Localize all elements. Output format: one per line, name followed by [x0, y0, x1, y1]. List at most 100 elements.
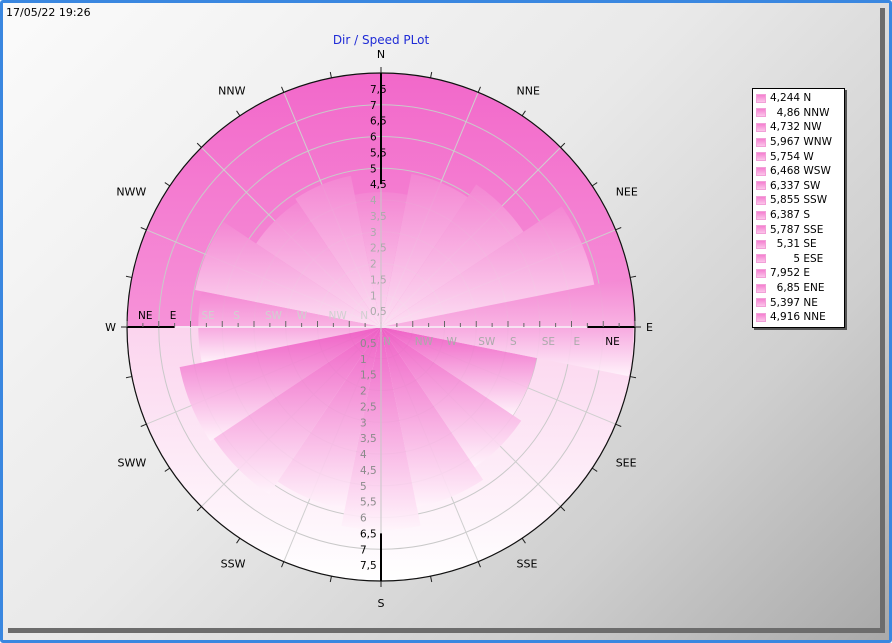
radial-tick-label-lower: 7,5 [360, 560, 377, 572]
legend-label: 5,31 SE [770, 238, 817, 251]
legend-swatch [756, 210, 766, 220]
axis-label-right: SW [478, 336, 496, 348]
outer-tick [196, 506, 202, 512]
radial-tick-label-upper: 2,5 [370, 243, 387, 255]
axis-label-left: W [297, 310, 308, 322]
legend-item: 5,967 WNW [756, 135, 841, 150]
compass-label-ssw: SSW [221, 558, 246, 571]
legend-item: 4,86 NNW [756, 106, 841, 121]
radial-tick-label-upper: 6,5 [370, 116, 387, 128]
compass-label-s: S [378, 597, 385, 610]
radial-tick-label-lower: 6,5 [360, 528, 377, 540]
compass-label-e: E [646, 321, 653, 334]
outer-tick [281, 86, 285, 93]
outer-tick [521, 110, 526, 117]
axis-label-right: NW [415, 336, 434, 348]
legend-label: 5,855 SSW [770, 194, 828, 207]
legend-swatch [756, 254, 766, 264]
legend-item: 5,855 SSW [756, 193, 841, 208]
legend-item: 4,244 N [756, 91, 841, 106]
legend-label: 4,86 NNW [770, 106, 830, 119]
outer-tick [521, 537, 526, 544]
legend-label: 6,387 S [770, 209, 811, 222]
radial-tick-label-upper: 4,5 [370, 179, 387, 191]
legend-swatch [756, 239, 766, 249]
legend-item: 5,754 W [756, 149, 841, 164]
legend-swatch [756, 108, 766, 118]
legend-item: 4,916 NNE [756, 310, 841, 325]
radial-tick-label-upper: 2 [370, 259, 377, 271]
outer-tick [591, 182, 598, 187]
outer-tick [140, 227, 147, 231]
compass-label-w: W [105, 321, 116, 334]
outer-tick [630, 275, 637, 278]
axis-label-right: W [447, 336, 458, 348]
radial-tick-label-lower: 6 [360, 513, 367, 525]
outer-tick [430, 576, 433, 583]
outer-tick [591, 467, 598, 472]
radial-tick-label-lower: 2 [360, 386, 367, 398]
legend-label: 6,337 SW [770, 179, 821, 192]
compass-label-nee: NEE [616, 186, 638, 199]
axis-label-left: SW [265, 310, 283, 322]
radial-tick-label-upper: 3 [370, 227, 377, 239]
legend-label: 5,967 WNW [770, 136, 833, 149]
radial-tick-label-lower: 2,5 [360, 401, 377, 413]
legend-label: 5,787 SSE [770, 223, 824, 236]
radial-tick-label-lower: 4,5 [360, 465, 377, 477]
axis-label-right: E [574, 336, 581, 348]
radial-tick-label-lower: 5 [360, 481, 367, 493]
compass-label-sww: SWW [118, 457, 147, 470]
legend-swatch [756, 166, 766, 176]
radial-tick-label-upper: 5 [370, 163, 377, 175]
legend-item: 5,787 SSE [756, 222, 841, 237]
compass-label-see: SEE [616, 457, 637, 470]
radial-tick-label-upper: 6 [370, 132, 377, 144]
legend-item: 7,952 E [756, 266, 841, 281]
radial-tick-label-upper: 0,5 [370, 306, 387, 318]
axis-label-right: N [383, 336, 391, 348]
outer-tick [125, 275, 132, 278]
legend-label: 7,952 E [770, 267, 811, 280]
compass-label-nnw: NNW [218, 84, 245, 97]
outer-tick [164, 467, 171, 472]
legend-swatch [756, 152, 766, 162]
legend-swatch [756, 137, 766, 147]
legend-swatch [756, 283, 766, 293]
radial-tick-label-lower: 3 [360, 417, 367, 429]
legend-label: 4,244 N [770, 92, 812, 105]
axis-label-right: S [510, 336, 517, 348]
axis-label-left: E [170, 310, 177, 322]
legend-label: 5 ESE [770, 252, 824, 265]
legend-label: 6,468 WSW [770, 165, 831, 178]
outer-tick [615, 423, 622, 427]
outer-tick [615, 227, 622, 231]
outer-tick [630, 376, 637, 379]
outer-tick [560, 142, 566, 148]
compass-label-nne: NNE [517, 84, 540, 97]
axis-label-right: SE [542, 336, 555, 348]
legend-label: 6,85 ENE [770, 282, 825, 295]
outer-tick [140, 423, 147, 427]
radial-tick-label-upper: 5,5 [370, 147, 387, 159]
compass-label-sse: SSE [517, 558, 538, 571]
radial-tick-label-lower: 0,5 [360, 338, 377, 350]
outer-tick [196, 142, 202, 148]
legend-item: 5,397 NE [756, 295, 841, 310]
outer-tick [125, 376, 132, 379]
legend-item: 5 ESE [756, 252, 841, 267]
legend-swatch [756, 93, 766, 103]
axis-label-right: NE [605, 336, 620, 348]
legend-item: 4,732 NW [756, 120, 841, 135]
outer-tick [329, 71, 332, 78]
outer-tick [281, 561, 285, 568]
compass-label-nww: NWW [116, 186, 146, 199]
outer-tick [477, 561, 481, 568]
radial-tick-label-upper: 7 [370, 100, 377, 112]
legend-swatch [756, 312, 766, 322]
legend-item: 6,468 WSW [756, 164, 841, 179]
legend-item: 6,337 SW [756, 179, 841, 194]
axis-label-left: N [360, 310, 368, 322]
legend-label: 4,732 NW [770, 121, 822, 134]
axis-label-left: S [233, 310, 240, 322]
